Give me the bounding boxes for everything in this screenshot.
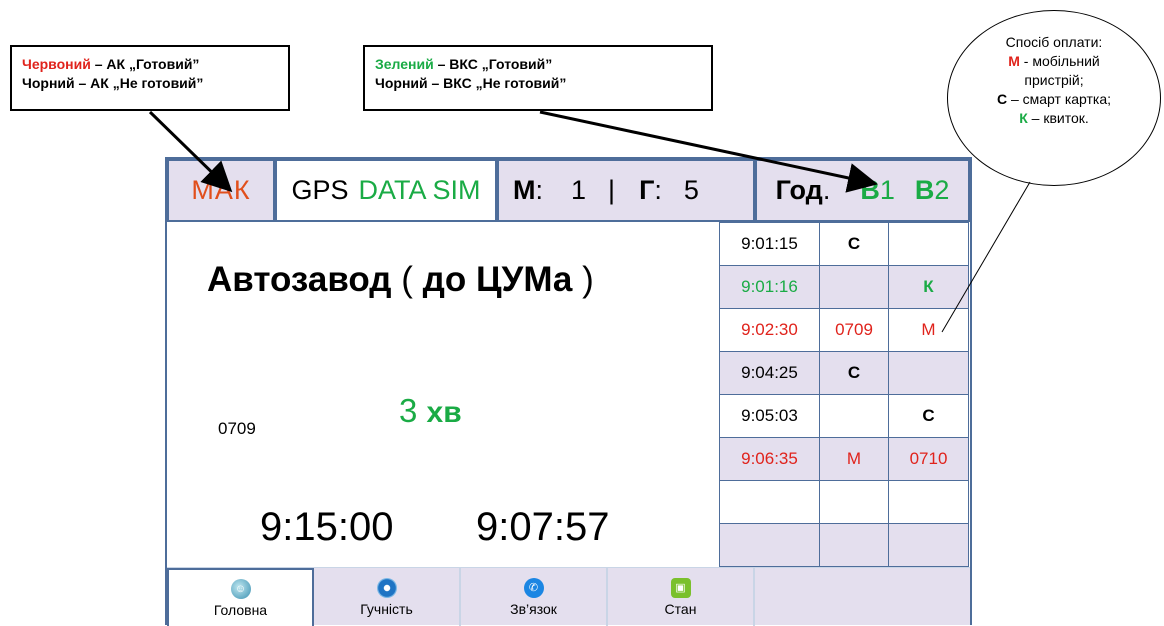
table-cell-time: 9:05:03 bbox=[719, 394, 820, 438]
table-row: 9:01:15 С bbox=[719, 222, 969, 266]
m-label: М bbox=[513, 175, 536, 205]
god-label: Год bbox=[775, 175, 823, 205]
payment-legend-ticket: К – квиток. bbox=[1019, 110, 1089, 126]
current-time: 9:07:57 bbox=[476, 505, 610, 549]
table-cell-b2 bbox=[888, 480, 969, 524]
validator-1-status: В1 bbox=[860, 175, 895, 205]
home-icon: ☺ bbox=[230, 578, 251, 599]
table-cell-b1: С bbox=[819, 222, 889, 266]
table-cell-time: 9:01:15 bbox=[719, 222, 820, 266]
volume-icon bbox=[376, 577, 397, 598]
validators-status: Год. В1 В2 bbox=[755, 159, 970, 222]
data-sim-status: DATA SIM bbox=[358, 175, 481, 205]
table-cell-b1: М bbox=[819, 437, 889, 481]
table-cell-time: 9:01:16 bbox=[719, 265, 820, 309]
table-cell-time: 9:04:25 bbox=[719, 351, 820, 395]
payment-legend-smartcard: С – смарт картка; bbox=[996, 91, 1112, 107]
table-row bbox=[719, 480, 969, 524]
table-cell-b2: С bbox=[888, 394, 969, 438]
table-row: 9:01:16 К bbox=[719, 265, 969, 309]
validator-screen: МАК GPS DATA SIM М : 1 | Г : 5 Год. В1 В… bbox=[165, 157, 972, 626]
m-value: 1 bbox=[571, 175, 587, 205]
legend-callout-ak: Червоний – АК „Готовий” Чорний – АК „Не … bbox=[10, 45, 290, 111]
route-name: Автозавод ( до ЦУМа ) bbox=[207, 260, 594, 299]
tab-connection[interactable]: ✆ Зв’язок bbox=[461, 568, 608, 626]
table-cell-b1: С bbox=[819, 351, 889, 395]
g-label: Г bbox=[639, 175, 655, 205]
payment-legend-title: Спосіб оплати: bbox=[1005, 34, 1103, 50]
table-cell-b1: 0709 bbox=[819, 308, 889, 352]
table-cell-b2 bbox=[888, 351, 969, 395]
vehicle-number: 0709 bbox=[218, 419, 256, 438]
table-cell-b2: 0710 bbox=[888, 437, 969, 481]
legend-callout-vks: Зелений – ВКС „Готовий” Чорний – ВКС „Не… bbox=[363, 45, 713, 111]
table-cell-b1 bbox=[819, 394, 889, 438]
table-row: 9:05:03 С bbox=[719, 394, 969, 438]
legend-line-ready: Зелений – ВКС „Готовий” bbox=[375, 56, 553, 72]
phone-icon: ✆ bbox=[523, 577, 544, 598]
eta-minutes: 3 хв bbox=[399, 392, 462, 429]
planned-time: 9:15:00 bbox=[260, 505, 394, 549]
table-cell-time: 9:02:30 bbox=[719, 308, 820, 352]
status-bar: МАК GPS DATA SIM М : 1 | Г : 5 Год. В1 В… bbox=[167, 159, 970, 222]
tab-volume[interactable]: Гучність bbox=[314, 568, 461, 626]
tab-home[interactable]: ☺ Головна bbox=[167, 568, 314, 626]
connection-status: GPS DATA SIM bbox=[275, 159, 497, 222]
payment-legend-mobile: М - мобільний bbox=[1008, 53, 1100, 69]
table-cell-b1 bbox=[819, 523, 889, 567]
table-cell-time: 9:06:35 bbox=[719, 437, 820, 481]
table-cell-b2 bbox=[888, 222, 969, 266]
mak-status: МАК bbox=[167, 159, 275, 222]
validator-2-status: В2 bbox=[914, 175, 950, 205]
table-row bbox=[719, 523, 969, 567]
table-cell-time bbox=[719, 480, 820, 524]
legend-line-not-ready: Чорний – АК „Не готовий” bbox=[22, 75, 204, 91]
g-value: 5 bbox=[683, 175, 699, 205]
bottom-navigation: ☺ Головна Гучність ✆ Зв’язок ▣ Стан bbox=[167, 567, 970, 626]
legend-line-not-ready: Чорний – ВКС „Не готовий” bbox=[375, 75, 567, 91]
table-row: 9:06:35 М 0710 bbox=[719, 437, 969, 481]
table-cell-b2: М bbox=[888, 308, 969, 352]
main-panel: Автозавод ( до ЦУМа ) 3 хв 0709 9:15:00 … bbox=[167, 222, 720, 567]
table-row: 9:02:30 0709 М bbox=[719, 308, 969, 352]
android-status-icon: ▣ bbox=[670, 577, 691, 598]
legend-line-ready: Червоний – АК „Готовий” bbox=[22, 56, 200, 72]
table-row: 9:04:25 С bbox=[719, 351, 969, 395]
table-cell-b1 bbox=[819, 265, 889, 309]
table-cell-time bbox=[719, 523, 820, 567]
table-cell-b2: К bbox=[888, 265, 969, 309]
tab-status[interactable]: ▣ Стан bbox=[608, 568, 755, 626]
payment-legend-mobile-cont: пристрій; bbox=[1024, 72, 1084, 88]
gps-status: GPS bbox=[291, 175, 349, 205]
payment-method-legend: Спосіб оплати: М - мобільний пристрій; С… bbox=[947, 10, 1161, 186]
table-cell-b2 bbox=[888, 523, 969, 567]
table-cell-b1 bbox=[819, 480, 889, 524]
transactions-table: 9:01:15 С 9:01:16 К 9:02:30 0709 М 9:04:25 С 9:05… bbox=[719, 222, 969, 567]
counters: М : 1 | Г : 5 bbox=[497, 159, 755, 222]
